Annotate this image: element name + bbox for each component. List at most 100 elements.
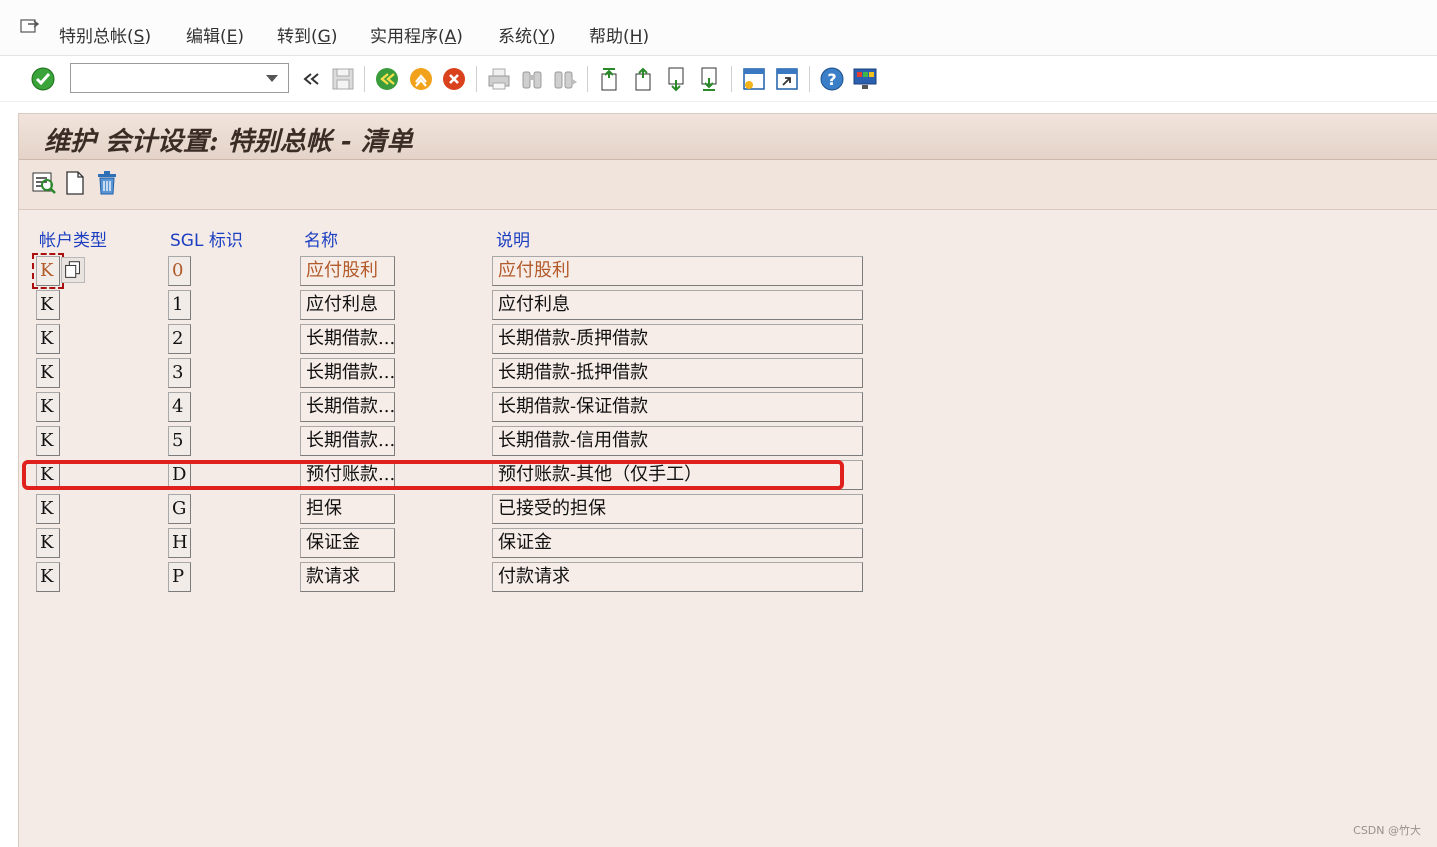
content-area: 维护 会计设置: 特别总帐 - 清单 帐户类型 SGL 标识 名称 说明 K 0… [18,113,1437,847]
column-header-description: 说明 [496,231,530,251]
menu-paren: ) [549,27,556,47]
menu-paren: ) [642,27,650,47]
svg-text:?: ? [827,70,836,89]
cell-name[interactable]: 长期借款... [300,426,395,456]
menu-accel: G [317,27,331,47]
cell-name[interactable]: 保证金 [300,528,395,558]
new-session-icon[interactable] [741,66,767,92]
save-icon[interactable] [330,66,356,92]
previous-page-icon[interactable] [630,66,656,92]
cell-sgl[interactable]: 2 [168,324,191,354]
cell-name[interactable]: 应付股利 [300,256,395,286]
cell-sgl[interactable]: 5 [168,426,191,456]
chevron-down-icon[interactable] [264,72,280,84]
menu-help[interactable]: 帮助(H) [589,22,649,47]
menu-accel: A [444,27,457,47]
cell-sgl[interactable]: 4 [168,392,191,422]
find-icon[interactable] [519,66,545,92]
cell-description[interactable]: 预付账款-其他（仅手工） [492,460,863,490]
cancel-icon[interactable] [441,66,467,92]
cell-name[interactable]: 预付账款... [300,460,395,490]
first-page-icon[interactable] [596,66,622,92]
menu-goto[interactable]: 转到(G) [277,22,337,47]
cell-sgl[interactable]: G [168,494,191,524]
details-icon[interactable] [31,170,57,196]
enter-icon[interactable] [30,66,56,92]
back-icon[interactable] [374,66,400,92]
cell-sgl[interactable]: 0 [168,256,191,286]
command-field[interactable] [70,63,289,93]
copy-icon[interactable] [61,257,85,283]
cell-account-type[interactable]: K [36,392,60,422]
column-header-sgl: SGL 标识 [170,231,243,251]
focus-frame [32,253,64,289]
layout-menu-icon[interactable] [852,66,878,92]
cell-account-type[interactable]: K [36,562,60,592]
cell-account-type[interactable]: K [36,358,60,388]
back-arrows-icon[interactable] [299,66,325,92]
next-page-icon[interactable] [663,66,689,92]
cell-name[interactable]: 应付利息 [300,290,395,320]
menu-label: 系统( [498,27,539,47]
cell-description[interactable]: 保证金 [492,528,863,558]
cell-sgl[interactable]: 1 [168,290,191,320]
cell-account-type[interactable]: K [36,324,60,354]
menu-label: 特别总帐( [59,27,134,47]
toolbar-separator [476,66,477,92]
menu-edit[interactable]: 编辑(E) [186,22,244,47]
exit-icon[interactable] [408,66,434,92]
create-icon[interactable] [62,170,88,196]
menu-paren: ) [330,27,338,47]
cell-account-type[interactable]: K [36,460,60,490]
cell-sgl[interactable]: 3 [168,358,191,388]
menu-special-gl[interactable]: 特别总帐(S) [59,22,151,47]
menu-paren: ) [144,27,152,47]
cell-sgl[interactable]: H [168,528,191,558]
menu-bar: 特别总帐(S) 编辑(E) 转到(G) 实用程序(A) 系统(Y) 帮助(H) [0,0,1437,56]
cell-description[interactable]: 已接受的担保 [492,494,863,524]
cell-account-type[interactable]: K [36,290,60,320]
print-icon[interactable] [486,66,512,92]
cell-description[interactable]: 应付股利 [492,256,863,286]
menu-label: 帮助( [589,27,630,47]
menu-accel: E [226,27,238,47]
find-next-icon[interactable] [552,66,578,92]
cell-description[interactable]: 应付利息 [492,290,863,320]
cell-name[interactable]: 长期借款... [300,392,395,422]
menu-label: 实用程序( [370,27,445,47]
cell-name[interactable]: 长期借款... [300,358,395,388]
menu-label: 编辑( [186,27,227,47]
cell-description[interactable]: 长期借款-质押借款 [492,324,863,354]
menu-system[interactable]: 系统(Y) [498,22,556,47]
cell-description[interactable]: 付款请求 [492,562,863,592]
menu-accel: S [133,27,145,47]
help-icon[interactable]: ? [819,66,845,92]
menu-utilities[interactable]: 实用程序(A) [370,22,463,47]
cell-description[interactable]: 长期借款-抵押借款 [492,358,863,388]
cell-sgl[interactable]: P [168,562,191,592]
cell-sgl[interactable]: D [168,460,191,490]
cell-name[interactable]: 长期借款... [300,324,395,354]
cell-account-type[interactable]: K [36,494,60,524]
menu-paren: ) [237,27,245,47]
last-page-icon[interactable] [696,66,722,92]
menu-icon[interactable] [20,19,40,35]
menu-label: 转到( [277,27,318,47]
cell-account-type[interactable]: K [36,528,60,558]
cell-description[interactable]: 长期借款-信用借款 [492,426,863,456]
cell-account-type[interactable]: K [36,426,60,456]
delete-icon[interactable] [94,170,120,196]
page-title: 维护 会计设置: 特别总帐 - 清单 [44,127,413,157]
toolbar-separator [587,66,588,92]
menu-accel: Y [538,27,550,47]
application-toolbar [19,160,1437,210]
toolbar-separator [731,66,732,92]
cell-name[interactable]: 担保 [300,494,395,524]
cell-description[interactable]: 长期借款-保证借款 [492,392,863,422]
cell-name[interactable]: 款请求 [300,562,395,592]
column-header-account-type: 帐户类型 [39,231,107,251]
menu-accel: H [629,27,643,47]
menu-paren: ) [456,27,463,47]
title-bar: 维护 会计设置: 特别总帐 - 清单 [19,114,1437,160]
shortcut-icon[interactable] [774,66,800,92]
